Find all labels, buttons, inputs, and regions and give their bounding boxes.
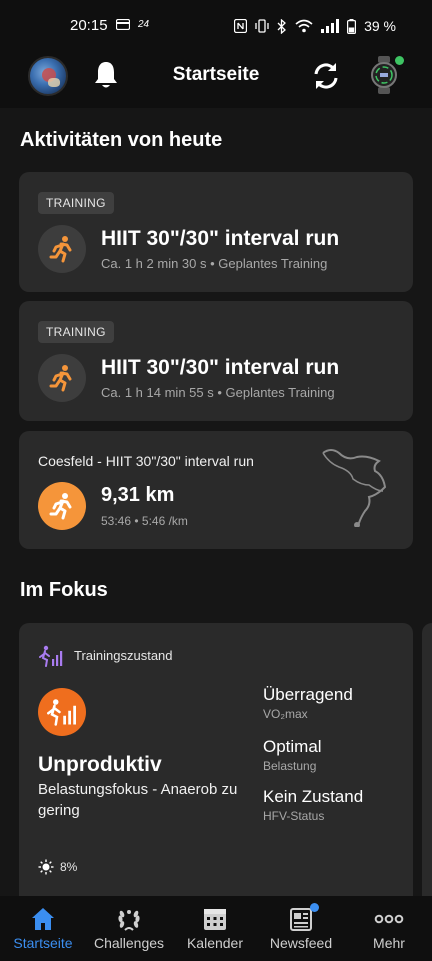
- training-status-label: Trainingszustand: [74, 648, 173, 663]
- training-badge: TRAINING: [38, 321, 114, 343]
- newsfeed-notification-dot: [310, 903, 319, 912]
- vibrate-icon: [255, 19, 269, 33]
- activity-subtitle: Ca. 1 h 14 min 55 s • Geplantes Training: [101, 385, 335, 400]
- metric-hrv: Kein Zustand HFV-Status: [263, 787, 364, 823]
- battery-percent: 39 %: [364, 18, 396, 34]
- card-icon: [116, 19, 130, 30]
- completed-distance: 9,31 km: [101, 484, 175, 506]
- watch-status-dot: [395, 56, 404, 65]
- nfc-icon: [234, 19, 248, 33]
- nav-item-newsfeed[interactable]: Newsfeed: [258, 896, 344, 961]
- main-content: Aktivitäten von heute TRAINING HIIT 30"/…: [0, 108, 432, 896]
- completed-activity-card[interactable]: Coesfeld - HIIT 30"/30" interval run 9,3…: [19, 431, 413, 549]
- next-focus-card[interactable]: [422, 623, 432, 896]
- watch-icon[interactable]: [370, 56, 398, 94]
- status-time: 20:15: [70, 17, 108, 34]
- more-icon: [374, 914, 404, 924]
- calendar-icon: [204, 909, 226, 930]
- training-status-icon: [39, 645, 63, 667]
- status-extra: 24: [138, 19, 150, 30]
- nav-item-startseite[interactable]: Startseite: [0, 896, 86, 961]
- running-icon: [49, 365, 72, 392]
- activity-card[interactable]: TRAINING HIIT 30"/30" interval run Ca. 1…: [19, 301, 413, 421]
- activity-subtitle: Ca. 1 h 2 min 30 s • Geplantes Training: [101, 256, 328, 271]
- page-title: Startseite: [172, 64, 260, 85]
- route-map-icon: [322, 449, 387, 527]
- nav-item-challenges[interactable]: Challenges: [86, 896, 172, 961]
- battery-icon: [347, 18, 357, 34]
- status-bar: 20:15 24 39 %: [0, 0, 432, 52]
- training-status-icon: [47, 699, 76, 726]
- home-icon: [32, 908, 54, 930]
- metric-vo2max: Überragend VO₂max: [263, 685, 353, 721]
- section-title-today: Aktivitäten von heute: [20, 129, 223, 151]
- completed-details: 53:46 • 5:46 /km: [101, 514, 188, 528]
- metric-load: Optimal Belastung: [263, 737, 322, 773]
- bottom-navigation: Startseite Challenges Kalender Newsfeed …: [0, 896, 432, 961]
- sun-value: 8%: [60, 860, 78, 874]
- sync-icon[interactable]: [310, 60, 342, 92]
- activity-title: HIIT 30"/30" interval run: [101, 356, 340, 379]
- completed-activity-title: Coesfeld - HIIT 30"/30" interval run: [38, 453, 254, 469]
- training-status-value: Unproduktiv: [38, 753, 162, 776]
- running-icon: [49, 493, 72, 520]
- activity-title: HIIT 30"/30" interval run: [101, 227, 340, 250]
- sun-icon: [38, 859, 54, 875]
- training-status-card[interactable]: Trainingszustand Unproduktiv Belastungsf…: [19, 623, 413, 896]
- app-header: Startseite: [0, 52, 432, 108]
- running-icon: [49, 236, 72, 263]
- activity-card[interactable]: TRAINING HIIT 30"/30" interval run Ca. 1…: [19, 172, 413, 292]
- signal-icon: [321, 19, 340, 33]
- section-title-focus: Im Fokus: [20, 579, 108, 601]
- nav-item-kalender[interactable]: Kalender: [172, 896, 258, 961]
- training-badge: TRAINING: [38, 192, 114, 214]
- laurel-icon: [118, 910, 140, 931]
- sun-indicator: 8%: [38, 859, 77, 875]
- wifi-icon: [295, 19, 313, 33]
- bluetooth-icon: [277, 18, 287, 34]
- training-focus-text: Belastungsfokus - Anaerob zu gering: [38, 781, 238, 819]
- nav-item-mehr[interactable]: Mehr: [346, 896, 432, 961]
